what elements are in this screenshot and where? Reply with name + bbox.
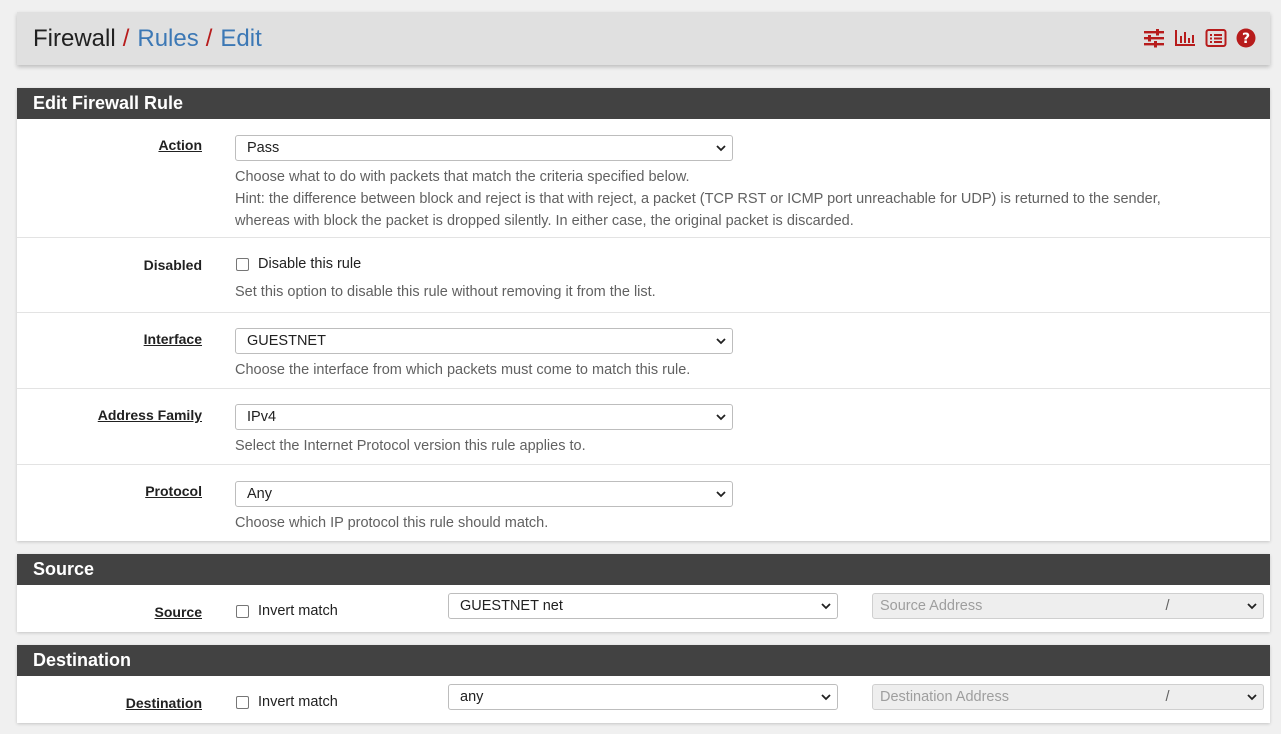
help-icon[interactable]: ? <box>1236 28 1256 48</box>
address-family-help: Select the Internet Protocol version thi… <box>235 438 586 454</box>
interface-label[interactable]: Interface <box>144 331 202 347</box>
chevron-down-icon <box>716 338 726 345</box>
action-hint-line: whereas with block the packet is dropped… <box>235 213 854 229</box>
address-family-label[interactable]: Address Family <box>98 407 202 423</box>
sliders-icon[interactable] <box>1143 28 1165 48</box>
action-row: Action Pass Choose what to do with packe… <box>17 119 1270 238</box>
bar-chart-icon[interactable] <box>1174 28 1196 48</box>
protocol-label[interactable]: Protocol <box>145 483 202 499</box>
source-address-input[interactable]: Source Address <box>872 593 1152 619</box>
chevron-down-icon <box>821 694 831 701</box>
breadcrumb-bar: Firewall / Rules / Edit ? <box>17 12 1270 65</box>
interface-select[interactable]: GUESTNET <box>235 328 733 354</box>
action-select[interactable]: Pass <box>235 135 733 161</box>
disabled-help: Set this option to disable this rule wit… <box>235 284 656 300</box>
disabled-row: Disabled Disable this rule Set this opti… <box>17 238 1270 313</box>
source-type-select[interactable]: GUESTNET net <box>448 593 838 619</box>
breadcrumb-rules[interactable]: Rules <box>137 25 198 53</box>
source-invert-label[interactable]: Invert match <box>258 603 338 619</box>
breadcrumb-separator: / <box>205 24 213 52</box>
source-type-value: GUESTNET net <box>460 598 563 614</box>
protocol-row: Protocol Any Choose which IP protocol th… <box>17 465 1270 541</box>
disabled-label: Disabled <box>143 257 202 273</box>
chevron-down-icon <box>821 603 831 610</box>
destination-row: Destination Invert match any Destination… <box>17 676 1270 723</box>
chevron-down-icon <box>716 491 726 498</box>
source-panel: Source Source Invert match GUESTNET net … <box>17 554 1270 632</box>
source-invert-checkbox[interactable] <box>236 604 249 618</box>
panel-title: Edit Firewall Rule <box>17 88 1270 119</box>
interface-help: Choose the interface from which packets … <box>235 362 691 378</box>
destination-type-value: any <box>460 689 484 705</box>
disable-rule-checkbox-wrap[interactable]: Disable this rule <box>236 256 361 272</box>
protocol-select-value: Any <box>247 486 272 502</box>
breadcrumb-separator: / <box>122 24 130 52</box>
destination-invert-checkbox[interactable] <box>236 695 249 709</box>
panel-title: Source <box>17 554 1270 585</box>
destination-type-select[interactable]: any <box>448 684 838 710</box>
breadcrumb: Firewall / Rules / Edit <box>33 25 262 53</box>
source-row: Source Invert match GUESTNET net Source … <box>17 585 1270 632</box>
panel-title: Destination <box>17 645 1270 676</box>
destination-panel: Destination Destination Invert match any… <box>17 645 1270 723</box>
edit-firewall-rule-panel: Edit Firewall Rule Action Pass Choose wh… <box>17 88 1270 541</box>
destination-label[interactable]: Destination <box>126 695 202 711</box>
address-family-select-value: IPv4 <box>247 409 277 425</box>
destination-mask-select[interactable] <box>1184 684 1264 710</box>
chevron-down-icon <box>1247 603 1257 610</box>
svg-text:?: ? <box>1242 31 1250 47</box>
source-invert-wrap[interactable]: Invert match <box>236 603 338 619</box>
interface-row: Interface GUESTNET Choose the interface … <box>17 313 1270 389</box>
source-mask-select[interactable] <box>1184 593 1264 619</box>
source-label[interactable]: Source <box>155 604 202 620</box>
address-family-select[interactable]: IPv4 <box>235 404 733 430</box>
breadcrumb-edit[interactable]: Edit <box>220 25 261 53</box>
action-hint-line: Hint: the difference between block and r… <box>235 191 1161 207</box>
disable-rule-label[interactable]: Disable this rule <box>258 256 361 272</box>
chevron-down-icon <box>716 414 726 421</box>
chevron-down-icon <box>1247 694 1257 701</box>
action-help: Choose what to do with packets that matc… <box>235 166 1161 232</box>
action-select-value: Pass <box>247 140 280 156</box>
protocol-select[interactable]: Any <box>235 481 733 507</box>
destination-invert-label[interactable]: Invert match <box>258 694 338 710</box>
address-family-row: Address Family IPv4 Select the Internet … <box>17 389 1270 465</box>
action-label[interactable]: Action <box>158 137 202 153</box>
source-slash: / <box>1151 593 1185 619</box>
list-icon[interactable] <box>1205 28 1227 48</box>
destination-invert-wrap[interactable]: Invert match <box>236 694 338 710</box>
destination-slash: / <box>1151 684 1185 710</box>
action-help-line: Choose what to do with packets that matc… <box>235 169 690 185</box>
interface-select-value: GUESTNET <box>247 333 326 349</box>
chevron-down-icon <box>716 145 726 152</box>
destination-address-input[interactable]: Destination Address <box>872 684 1152 710</box>
protocol-help: Choose which IP protocol this rule shoul… <box>235 515 549 531</box>
breadcrumb-firewall[interactable]: Firewall <box>33 25 116 53</box>
toolbar-icons: ? <box>1143 28 1256 48</box>
disable-rule-checkbox[interactable] <box>236 257 249 271</box>
